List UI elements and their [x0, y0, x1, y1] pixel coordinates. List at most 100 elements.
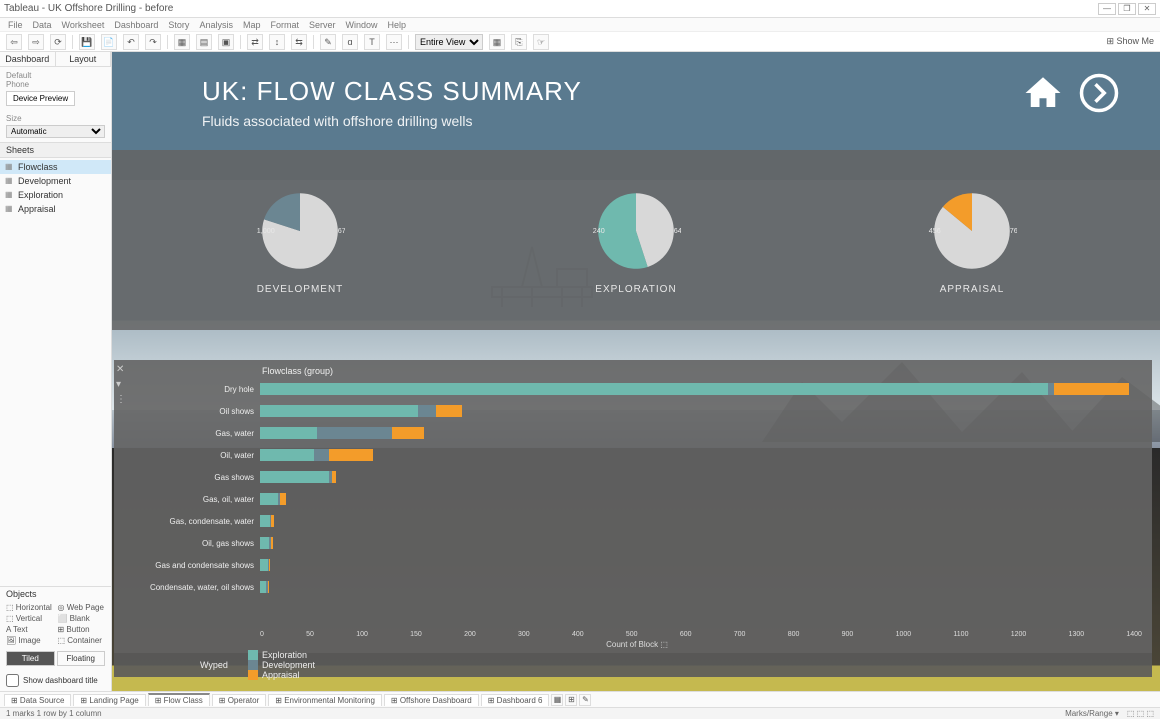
bar-segment-development[interactable]	[418, 405, 437, 417]
menu-data[interactable]: Data	[33, 20, 52, 30]
menu-format[interactable]: Format	[270, 20, 299, 30]
sidebar-tab-layout[interactable]: Layout	[56, 52, 112, 66]
bar-segment-appraisal[interactable]	[280, 493, 286, 505]
worksheet-tab[interactable]: ⊞ Flow Class	[148, 693, 210, 706]
toolbar-button[interactable]: ⎘	[511, 34, 527, 50]
device-preview-button[interactable]: Device Preview	[6, 91, 75, 106]
toolbar-button[interactable]: ⇨	[28, 34, 44, 50]
sheet-item-appraisal[interactable]: Appraisal	[0, 202, 111, 216]
toolbar-button[interactable]: ☞	[533, 34, 549, 50]
object-item[interactable]: ⬚ Vertical	[6, 614, 54, 623]
size-select[interactable]: Automatic	[6, 125, 105, 138]
next-icon[interactable]	[1078, 72, 1120, 114]
bar-track[interactable]	[260, 405, 1142, 417]
pie-development[interactable]: 1,00067DEVELOPMENT	[255, 186, 345, 295]
bar-segment-appraisal[interactable]	[329, 449, 373, 461]
menu-map[interactable]: Map	[243, 20, 261, 30]
bar-track[interactable]	[260, 581, 1142, 593]
menu-analysis[interactable]: Analysis	[199, 20, 233, 30]
status-icons[interactable]: ⬚ ⬚ ⬚	[1127, 709, 1154, 718]
toolbar-button[interactable]: ▦	[489, 34, 505, 50]
toolbar-button[interactable]: ⟳	[50, 34, 66, 50]
bar-segment-exploration[interactable]	[260, 515, 270, 527]
bar-segment-development[interactable]	[317, 427, 393, 439]
toolbar-button[interactable]: ✎	[320, 34, 336, 50]
object-item[interactable]: ⊞ Button	[58, 625, 106, 634]
bar-segment-appraisal[interactable]	[271, 515, 274, 527]
bar-segment-appraisal[interactable]	[269, 559, 270, 571]
pie-exploration[interactable]: 240647EXPLORATION	[591, 186, 681, 295]
drag-handle[interactable]: ⋮	[116, 394, 130, 405]
toolbar-button[interactable]: ▣	[218, 34, 234, 50]
legend-item-development[interactable]: Development	[248, 660, 315, 670]
tiled-toggle[interactable]: Tiled	[6, 651, 55, 666]
menu-story[interactable]: Story	[168, 20, 189, 30]
sheet-item-exploration[interactable]: Exploration	[0, 188, 111, 202]
bar-segment-exploration[interactable]	[260, 383, 1048, 395]
toolbar-button[interactable]: ⇆	[291, 34, 307, 50]
tab-data-source[interactable]: ⊞ Data Source	[4, 694, 71, 706]
worksheet-tab[interactable]: ⊞ Environmental Monitoring	[268, 694, 382, 706]
toolbar-button[interactable]: 📄	[101, 34, 117, 50]
bar-track[interactable]	[260, 427, 1142, 439]
fit-select[interactable]: Entire View	[415, 34, 483, 50]
toolbar-button[interactable]: 💾	[79, 34, 95, 50]
bar-track[interactable]	[260, 537, 1142, 549]
object-item[interactable]: 🖼 Image	[6, 636, 54, 645]
new-sheet-button[interactable]: ✎	[579, 694, 591, 706]
menu-help[interactable]: Help	[388, 20, 407, 30]
pie-appraisal[interactable]: 45676APPRAISAL	[927, 186, 1017, 295]
toolbar-button[interactable]: ⇦	[6, 34, 22, 50]
toolbar-button[interactable]: ▦	[174, 34, 190, 50]
bar-track[interactable]	[260, 515, 1142, 527]
sidebar-tab-dashboard[interactable]: Dashboard	[0, 52, 56, 66]
toolbar-button[interactable]: T	[364, 34, 380, 50]
bar-track[interactable]	[260, 449, 1142, 461]
bar-segment-appraisal[interactable]	[271, 537, 272, 549]
toolbar-button[interactable]: ↶	[123, 34, 139, 50]
worksheet-tab[interactable]: ⊞ Operator	[212, 694, 267, 706]
worksheet-tab[interactable]: ⊞ Offshore Dashboard	[384, 694, 479, 706]
menu-worksheet[interactable]: Worksheet	[62, 20, 105, 30]
options-handle[interactable]: ▾	[116, 379, 130, 390]
bar-segment-exploration[interactable]	[260, 537, 269, 549]
object-item[interactable]: A Text	[6, 625, 54, 634]
new-sheet-button[interactable]: ⊞	[565, 694, 577, 706]
status-dropdown[interactable]: Marks/Range ▾	[1065, 709, 1119, 718]
bar-segment-exploration[interactable]	[260, 405, 418, 417]
bar-segment-exploration[interactable]	[260, 493, 278, 505]
bar-segment-appraisal[interactable]	[392, 427, 424, 439]
floating-toggle[interactable]: Floating	[57, 651, 106, 666]
legend-item-appraisal[interactable]: Appraisal	[248, 670, 315, 680]
bar-segment-appraisal[interactable]	[332, 471, 335, 483]
sheet-item-flowclass[interactable]: Flowclass	[0, 160, 111, 174]
minimize-button[interactable]: —	[1098, 3, 1116, 15]
bar-segment-exploration[interactable]	[260, 449, 314, 461]
object-item[interactable]: ◎ Web Page	[58, 603, 106, 612]
bar-track[interactable]	[260, 471, 1142, 483]
bar-track[interactable]	[260, 383, 1142, 395]
bar-segment-appraisal[interactable]	[436, 405, 461, 417]
toolbar-button[interactable]: ⇄	[247, 34, 263, 50]
toolbar-button[interactable]: ▤	[196, 34, 212, 50]
object-item[interactable]: ⬜ Blank	[58, 614, 106, 623]
remove-handle[interactable]: ✕	[116, 364, 130, 375]
bar-segment-exploration[interactable]	[260, 427, 317, 439]
bar-segment-appraisal[interactable]	[268, 581, 269, 593]
menu-server[interactable]: Server	[309, 20, 336, 30]
object-item[interactable]: ⬚ Horizontal	[6, 603, 54, 612]
toolbar-button[interactable]: ↕	[269, 34, 285, 50]
menu-window[interactable]: Window	[346, 20, 378, 30]
worksheet-tab[interactable]: ⊞ Dashboard 6	[481, 694, 550, 706]
object-item[interactable]: ⬚ Container	[58, 636, 106, 645]
bar-segment-exploration[interactable]	[260, 471, 329, 483]
menu-dashboard[interactable]: Dashboard	[114, 20, 158, 30]
bar-track[interactable]	[260, 493, 1142, 505]
legend-item-exploration[interactable]: Exploration	[248, 650, 315, 660]
bar-track[interactable]	[260, 559, 1142, 571]
new-sheet-button[interactable]: ▦	[551, 694, 563, 706]
sheet-item-development[interactable]: Development	[0, 174, 111, 188]
worksheet-tab[interactable]: ⊞ Landing Page	[73, 694, 145, 706]
bar-segment-development[interactable]	[314, 449, 330, 461]
toolbar-button[interactable]: ↷	[145, 34, 161, 50]
